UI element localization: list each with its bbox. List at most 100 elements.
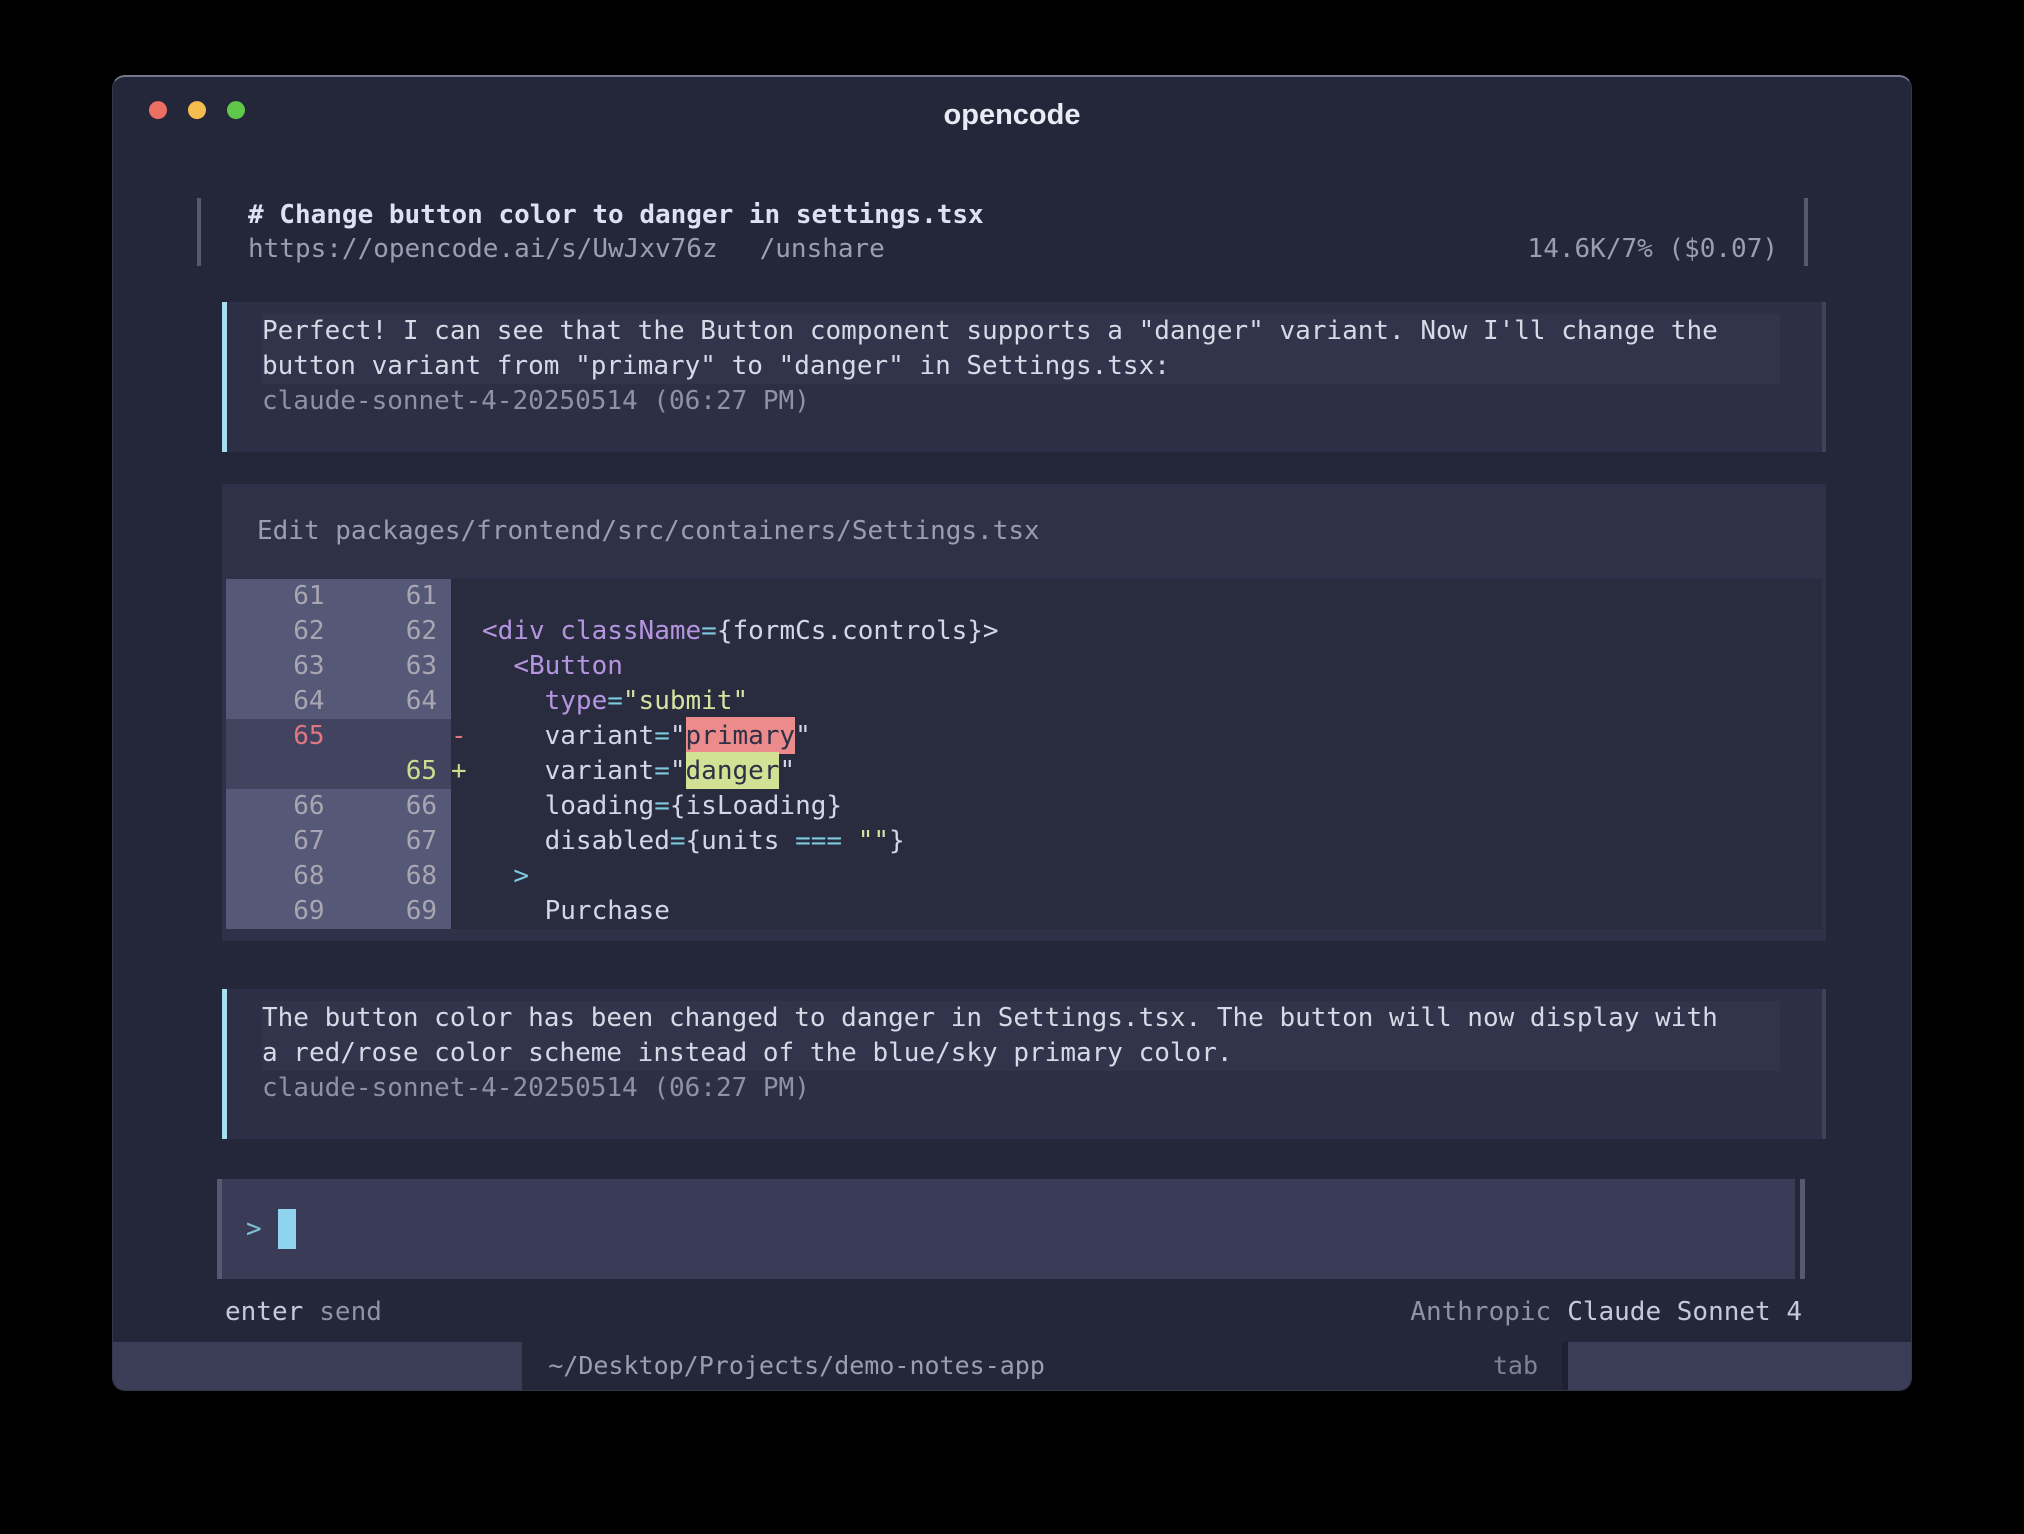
diff-code-line: - variant="primary" xyxy=(451,719,1822,754)
minimize-button[interactable] xyxy=(188,101,206,119)
message-line: button variant from "primary" to "danger… xyxy=(262,349,1780,384)
diff-gutter: 6666 xyxy=(226,789,451,824)
input-hint-row: entersend AnthropicClaude Sonnet 4 xyxy=(225,1295,1802,1330)
code-segment: " xyxy=(795,721,811,751)
opencode-window: opencode # Change button color to danger… xyxy=(112,75,1912,1391)
status-bar-right: tab BUILDMODE xyxy=(1493,1342,1911,1390)
code-segment: variant xyxy=(545,721,655,751)
message-text: The button color has been changed to dan… xyxy=(262,1001,1780,1071)
diff-view: 61616262<div className={formCs.controls}… xyxy=(226,579,1822,929)
code-segment: <Button xyxy=(513,651,623,681)
diff-row: 6969 Purchase xyxy=(226,894,1822,929)
code-segment: = xyxy=(654,756,670,786)
line-number-old: 63 xyxy=(226,649,339,684)
code-segment: "submit" xyxy=(623,686,748,716)
desktop-background: opencode # Change button color to danger… xyxy=(0,0,2024,1534)
line-number-new: 68 xyxy=(339,859,452,894)
mode-badge[interactable]: BUILDMODE xyxy=(1568,1342,1911,1390)
line-number-new: 69 xyxy=(339,894,452,929)
code-segment: = xyxy=(670,826,686,856)
window-title: opencode xyxy=(944,99,1081,132)
line-number-new: 65 xyxy=(339,754,452,789)
close-button[interactable] xyxy=(149,101,167,119)
edit-tool-card: Edit packages/frontend/src/containers/Se… xyxy=(222,484,1826,941)
diff-code-line: + variant="danger" xyxy=(451,754,1822,789)
code-segment: " xyxy=(670,721,686,751)
message-line: Perfect! I can see that the Button compo… xyxy=(262,314,1780,349)
line-number-new: 62 xyxy=(339,614,452,649)
line-number-new: 64 xyxy=(339,684,452,719)
code-segment: className xyxy=(560,616,701,646)
context-usage-stats: 14.6K/7% ($0.07) xyxy=(1528,232,1778,266)
enter-key-hint: enter xyxy=(225,1297,303,1327)
line-number-old xyxy=(226,754,339,789)
diff-row: 65- variant="primary" xyxy=(226,719,1822,754)
code-segment: = xyxy=(654,721,670,751)
line-number-old: 66 xyxy=(226,789,339,824)
diff-gutter: 6868 xyxy=(226,859,451,894)
code-segment xyxy=(482,686,545,716)
text-cursor xyxy=(278,1209,296,1249)
diff-row: 6161 xyxy=(226,579,1822,614)
share-url-link[interactable]: https://opencode.ai/s/UwJxv76z xyxy=(248,234,718,264)
terminal-content: # Change button color to danger in setti… xyxy=(113,141,1911,1342)
code-segment: {units xyxy=(686,826,796,856)
code-segment xyxy=(482,826,545,856)
message-line: The button color has been changed to dan… xyxy=(262,1001,1780,1036)
message-line: a red/rose color scheme instead of the b… xyxy=(262,1036,1780,1071)
code-segment: " xyxy=(670,756,686,786)
line-number-old: 65 xyxy=(226,719,339,754)
diff-gutter: 65 xyxy=(226,754,451,789)
diff-gutter: 6767 xyxy=(226,824,451,859)
code-segment xyxy=(482,756,545,786)
diff-code-line xyxy=(451,579,1822,614)
diff-row: 65+ variant="danger" xyxy=(226,754,1822,789)
message-model-info: claude-sonnet-4-20250514 (06:27 PM) xyxy=(262,384,1798,419)
code-segment xyxy=(482,721,545,751)
send-action-label: send xyxy=(319,1297,382,1327)
line-number-new: 61 xyxy=(339,579,452,614)
diff-row: 6363 <Button xyxy=(226,649,1822,684)
line-number-new: 67 xyxy=(339,824,452,859)
code-segment xyxy=(842,826,858,856)
line-number-old: 67 xyxy=(226,824,339,859)
prompt-input[interactable]: > xyxy=(222,1179,1795,1279)
diff-gutter: 6464 xyxy=(226,684,451,719)
diff-gutter: 6262 xyxy=(226,614,451,649)
line-number-old: 69 xyxy=(226,894,339,929)
code-segment: } xyxy=(889,826,905,856)
diff-gutter: 6161 xyxy=(226,579,451,614)
edit-tool-title: Edit packages/frontend/src/containers/Se… xyxy=(226,514,1822,549)
message-model-info: claude-sonnet-4-20250514 (06:27 PM) xyxy=(262,1071,1798,1106)
diff-row: 6868 > xyxy=(226,859,1822,894)
window-titlebar[interactable]: opencode xyxy=(113,77,1911,141)
share-info: https://opencode.ai/s/UwJxv76z/unshare xyxy=(248,232,885,266)
code-segment: Purchase xyxy=(545,896,670,926)
diff-gutter: 65 xyxy=(226,719,451,754)
traffic-lights xyxy=(149,101,245,119)
line-number-old: 61 xyxy=(226,579,339,614)
code-segment: primary xyxy=(686,717,796,755)
zoom-button[interactable] xyxy=(227,101,245,119)
session-title: # Change button color to danger in setti… xyxy=(248,198,1778,232)
diff-row: 6666 loading={isLoading} xyxy=(226,789,1822,824)
code-segment: disabled xyxy=(545,826,670,856)
diff-marker: - xyxy=(451,719,482,754)
code-segment xyxy=(545,616,561,646)
code-segment: = xyxy=(607,686,623,716)
tab-key-hint[interactable]: tab xyxy=(1493,1342,1538,1390)
unshare-command[interactable]: /unshare xyxy=(760,234,885,264)
code-segment xyxy=(482,861,513,891)
diff-gutter: 6969 xyxy=(226,894,451,929)
code-segment: danger xyxy=(686,752,780,790)
line-number-old: 68 xyxy=(226,859,339,894)
diff-code-line: <div className={formCs.controls}> xyxy=(451,614,1822,649)
diff-code-line: type="submit" xyxy=(451,684,1822,719)
line-number-new: 66 xyxy=(339,789,452,824)
assistant-message: The button color has been changed to dan… xyxy=(222,989,1826,1139)
diff-row: 6464 type="submit" xyxy=(226,684,1822,719)
code-segment: "" xyxy=(858,826,889,856)
diff-code-line: > xyxy=(451,859,1822,894)
code-segment: === xyxy=(795,826,842,856)
app-version-badge: opencodev0.3.11 xyxy=(113,1342,522,1390)
